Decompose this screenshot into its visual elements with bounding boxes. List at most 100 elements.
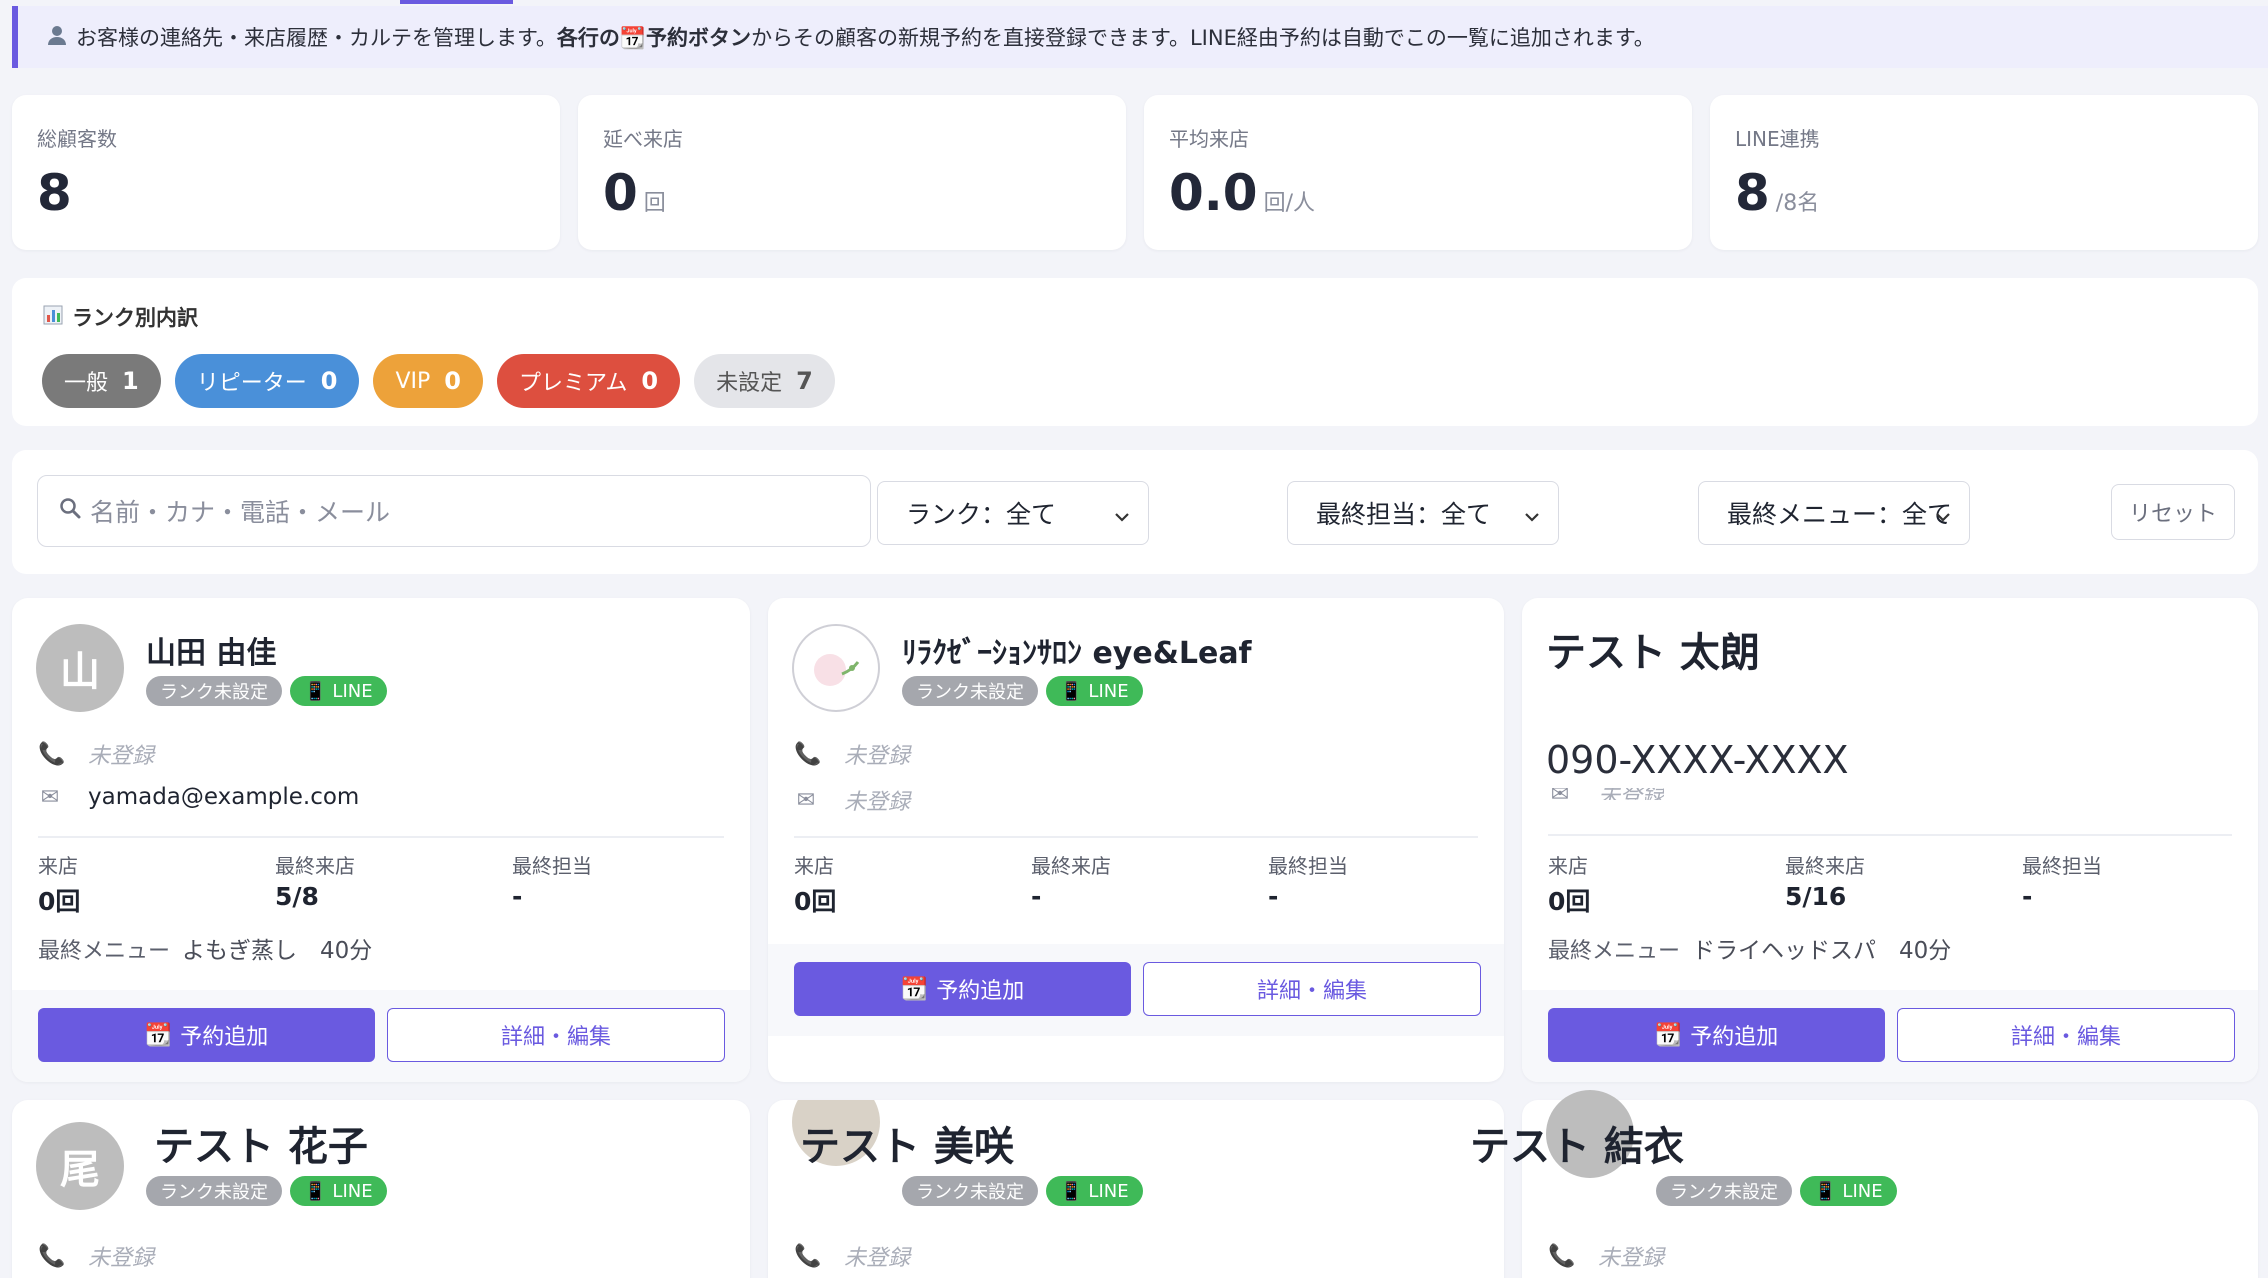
- avatar: 山: [36, 624, 124, 712]
- customer-card[interactable]: 尾 テスト 花子 ランク未設定 📱 LINE 📞 未登録: [12, 1100, 750, 1278]
- card-footer: 📆 予約追加 詳細・編集: [1522, 990, 2258, 1082]
- search-input[interactable]: 名前・カナ・電話・メール: [37, 475, 871, 547]
- detail-edit-button[interactable]: 詳細・編集: [1143, 962, 1481, 1016]
- line-badge: 📱 LINE: [1046, 1176, 1143, 1206]
- pill-label: プレミアム: [518, 371, 628, 396]
- last-menu-value: よもぎ蒸し 40分: [182, 938, 373, 964]
- visits-value: 0回: [1548, 887, 1591, 916]
- stat-unit: 回/人: [1263, 191, 1315, 216]
- pill-label: VIP: [395, 368, 431, 394]
- bar-chart-icon: [42, 304, 64, 331]
- phone-icon: 📞: [794, 1243, 822, 1269]
- phone-value: 未登録: [88, 744, 155, 769]
- detail-edit-button[interactable]: 詳細・編集: [1897, 1008, 2235, 1062]
- stat-value: 0: [603, 164, 638, 222]
- customer-card[interactable]: ﾘﾗｸｾﾞｰｼｮﾝｻﾛﾝ eye&Leaf ランク未設定 📱 LINE 📞 未登録 …: [768, 598, 1504, 1082]
- visits-label: 来店: [1548, 854, 1588, 878]
- reset-button[interactable]: リセット: [2111, 484, 2235, 540]
- divider: [794, 836, 1478, 838]
- visits-value: 0回: [794, 887, 837, 916]
- customer-name[interactable]: テスト 花子: [154, 1114, 368, 1172]
- stat-value: 8: [1735, 164, 1770, 222]
- top-tab-indicator: [0, 0, 2268, 4]
- add-reservation-button[interactable]: 📆 予約追加: [794, 962, 1131, 1016]
- line-badge: 📱 LINE: [1046, 676, 1143, 706]
- rank-filter-select[interactable]: ランク：全て: [877, 481, 1149, 545]
- rank-badge: ランク未設定: [902, 1176, 1038, 1206]
- last-staff-value: -: [2022, 882, 2033, 911]
- customer-card[interactable]: テスト 結衣 ランク未設定 📱 LINE 📞 未登録: [1470, 1090, 2258, 1278]
- stat-total-customers: 総顧客数 8: [12, 95, 560, 250]
- customer-name[interactable]: テスト 太朗: [1546, 620, 1760, 678]
- pill-label: 未設定: [716, 371, 783, 396]
- mail-icon: ✉: [796, 787, 816, 813]
- phone-icon: 📞: [794, 741, 822, 767]
- last-menu: 最終メニュー よもぎ蒸し 40分: [38, 931, 372, 965]
- pill-count: 1: [122, 367, 139, 395]
- person-icon: [46, 24, 68, 51]
- stat-label: 総顧客数: [37, 127, 117, 151]
- customer-name[interactable]: ﾘﾗｸｾﾞｰｼｮﾝｻﾛﾝ eye&Leaf: [902, 628, 1252, 672]
- add-reservation-button[interactable]: 📆 予約追加: [1548, 1008, 1885, 1062]
- active-tab-underline: [400, 0, 513, 4]
- rank-pill-premium[interactable]: プレミアム 0: [496, 354, 681, 408]
- select-value: 最終メニュー：全て: [1727, 500, 1953, 529]
- phone-value: 未登録: [844, 1246, 911, 1271]
- customer-card[interactable]: テスト 美咲 ランク未設定 📱 LINE 📞 未登録: [768, 1100, 1504, 1278]
- calendar-icon: 📆: [144, 1022, 173, 1048]
- email-value: 未登録: [1598, 788, 1664, 800]
- staff-filter-select[interactable]: 最終担当：全て: [1287, 481, 1559, 545]
- rank-badge: ランク未設定: [146, 676, 282, 706]
- add-reservation-label: 予約追加: [1690, 1025, 1779, 1050]
- last-visit-value: -: [1031, 882, 1042, 911]
- phone-value: 未登録: [1598, 1246, 1665, 1271]
- pill-count: 0: [641, 367, 659, 395]
- chevron-down-icon: [1522, 504, 1542, 533]
- rank-pill-vip[interactable]: VIP 0: [373, 354, 483, 408]
- menu-filter-select[interactable]: 最終メニュー：全て: [1698, 481, 1970, 545]
- customer-name[interactable]: 山田 由佳: [146, 628, 276, 672]
- phone-value: 未登録: [844, 744, 911, 769]
- phone-value: 090-XXXX-XXXX: [1546, 738, 1849, 782]
- line-badge: 📱 LINE: [290, 1176, 387, 1206]
- email-value: yamada@example.com: [88, 784, 360, 810]
- last-staff-value: -: [512, 882, 523, 911]
- mail-icon: ✉: [40, 784, 60, 810]
- customer-card[interactable]: テスト 太朗 090-XXXX-XXXX ✉ 未登録 来店 最終来店 最終担当 0…: [1522, 598, 2258, 1082]
- customer-card[interactable]: 山 山田 由佳 ランク未設定 📱 LINE 📞 未登録 ✉ yamada@exampl…: [12, 598, 750, 1082]
- info-notice: お客様の連絡先・来店履歴・カルテを管理します。 各行の📆予約ボタン からその顧客…: [12, 6, 2268, 68]
- search-icon: [58, 496, 82, 526]
- rank-pill-general[interactable]: 一般 1: [42, 354, 161, 408]
- calendar-icon: 📆: [900, 976, 929, 1002]
- last-visit-label: 最終来店: [1785, 854, 1865, 878]
- phone-icon: 📱: [304, 680, 327, 702]
- card-footer: 📆 予約追加 詳細・編集: [12, 990, 750, 1082]
- stat-value: 0.0: [1169, 164, 1258, 222]
- detail-edit-button[interactable]: 詳細・編集: [387, 1008, 725, 1062]
- last-menu: 最終メニュー ドライヘッドスパ 40分: [1548, 931, 1951, 965]
- last-staff-value: -: [1268, 882, 1279, 911]
- phone-icon: 📞: [1548, 1243, 1576, 1269]
- pill-count: 0: [444, 367, 461, 395]
- rank-pill-repeater[interactable]: リピーター 0: [174, 354, 360, 408]
- notice-text-2: からその顧客の新規予約を直接登録できます。LINE経由予約は自動でこの一覧に追加…: [751, 26, 1655, 50]
- phone-icon: 📱: [1060, 680, 1083, 702]
- pill-count: 0: [320, 367, 338, 395]
- line-badge-label: LINE: [1088, 1180, 1129, 1202]
- customer-name[interactable]: テスト 美咲: [800, 1114, 1014, 1172]
- pill-label: 一般: [64, 371, 109, 396]
- phone-icon: 📞: [38, 741, 66, 767]
- add-reservation-button[interactable]: 📆 予約追加: [38, 1008, 375, 1062]
- add-reservation-label: 予約追加: [936, 979, 1025, 1004]
- rank-breakdown-panel: ランク別内訳 一般 1 リピーター 0 VIP 0 プレミアム 0 未設定 7: [12, 278, 2258, 426]
- customer-name[interactable]: テスト 結衣: [1470, 1114, 1684, 1172]
- mail-icon: ✉: [1548, 788, 1572, 800]
- divider: [38, 836, 724, 838]
- rank-pill-unset[interactable]: 未設定 7: [694, 354, 835, 408]
- stat-label: LINE連携: [1735, 127, 1820, 151]
- phone-icon: 📱: [1814, 1180, 1837, 1202]
- stat-avg-visits: 平均来店 0.0 回/人: [1144, 95, 1692, 250]
- last-staff-label: 最終担当: [512, 854, 592, 878]
- add-reservation-label: 予約追加: [180, 1025, 269, 1050]
- stat-unit: 回: [643, 191, 666, 216]
